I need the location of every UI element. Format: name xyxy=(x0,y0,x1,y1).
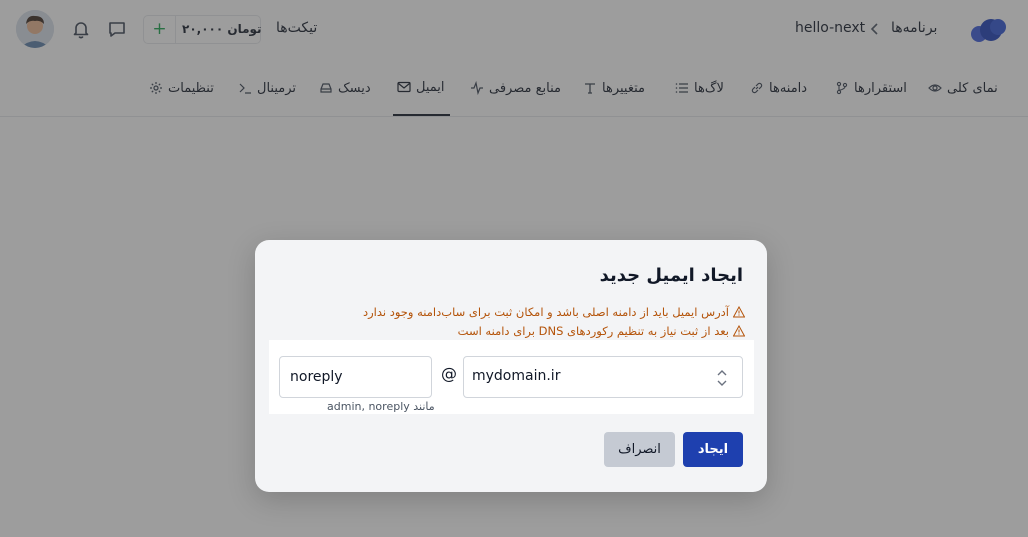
dialog-title: ایجاد ایمیل جدید xyxy=(599,265,743,286)
chevron-updown-icon xyxy=(717,370,727,386)
email-form: mydomain.ir @ مانند admin, noreply xyxy=(269,340,754,414)
warning-text: آدرس ایمیل باید از دامنه اصلی باشد و امک… xyxy=(362,305,729,319)
warning-text: بعد از ثبت نیاز به تنظیم رکوردهای DNS بر… xyxy=(457,324,729,338)
warning-icon xyxy=(733,325,745,337)
local-part-input[interactable] xyxy=(279,356,432,398)
warning-dns: بعد از ثبت نیاز به تنظیم رکوردهای DNS بر… xyxy=(458,324,745,338)
at-sign: @ xyxy=(441,364,457,383)
domain-select[interactable]: mydomain.ir xyxy=(463,356,743,398)
warning-subdomain: آدرس ایمیل باید از دامنه اصلی باشد و امک… xyxy=(363,305,745,319)
create-button[interactable]: ایجاد xyxy=(683,432,743,467)
create-email-dialog: ایجاد ایمیل جدید آدرس ایمیل باید از دامن… xyxy=(255,240,767,492)
warning-icon xyxy=(733,306,745,318)
input-hint: مانند admin, noreply xyxy=(327,400,435,413)
cancel-button[interactable]: انصراف xyxy=(604,432,675,467)
domain-value: mydomain.ir xyxy=(472,368,561,384)
